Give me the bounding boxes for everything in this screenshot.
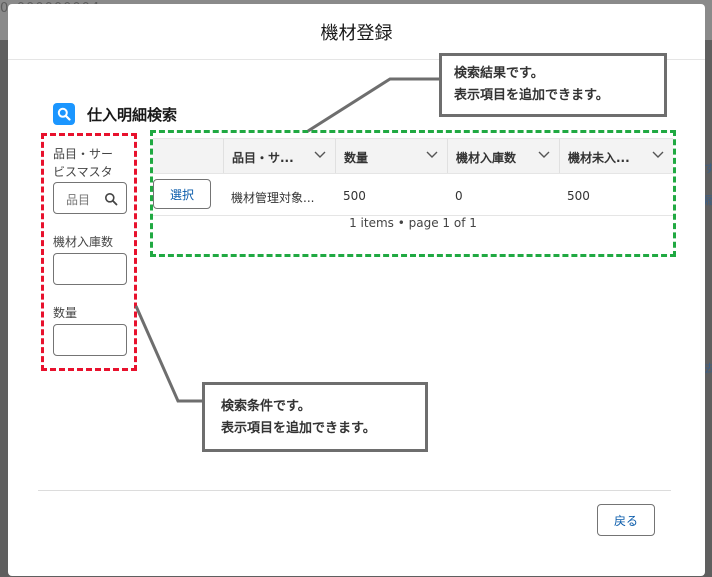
callout-text: 表示項目を追加できます。 bbox=[454, 88, 609, 103]
background-fragment: す bbox=[704, 162, 712, 175]
callout-text: 検索結果です。 bbox=[454, 66, 544, 81]
footer-divider bbox=[38, 490, 671, 491]
results-callout: 検索結果です。 表示項目を追加できます。 bbox=[439, 53, 667, 117]
background-fragment: 履 bbox=[704, 194, 712, 207]
back-button[interactable]: 戻る bbox=[597, 504, 655, 536]
background-fragment: 去 bbox=[704, 362, 712, 375]
equipment-registration-modal: 機材登録 仕入明細検索 品目・サー ビスマスタ 品目 機材入庫数 数量 品目・サ… bbox=[8, 4, 705, 576]
conditions-callout: 検索条件です。 表示項目を追加できます。 bbox=[202, 382, 428, 452]
callout-text: 表示項目を追加できます。 bbox=[221, 421, 376, 436]
callout-text: 検索条件です。 bbox=[221, 399, 311, 414]
